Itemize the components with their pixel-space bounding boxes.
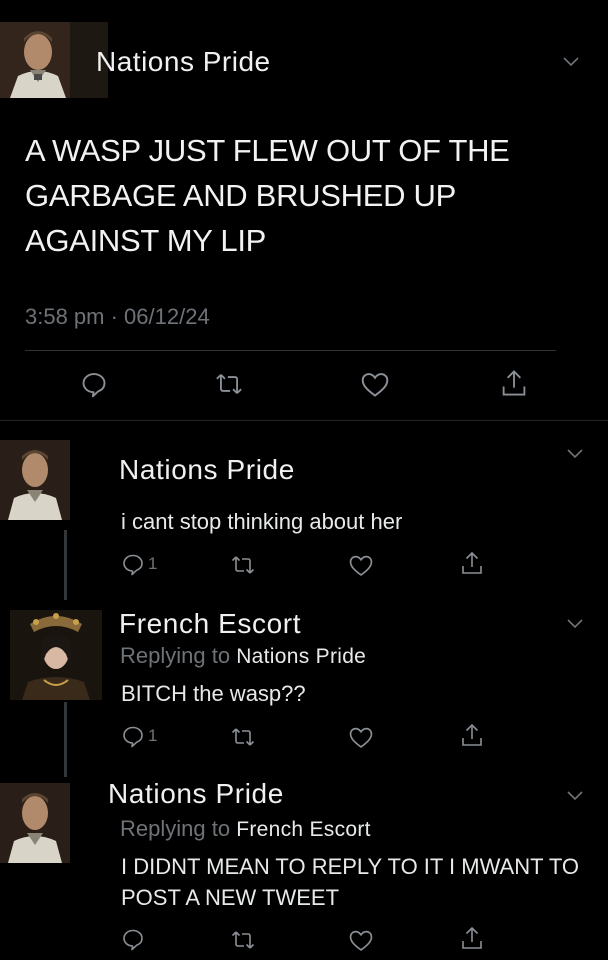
share-icon (462, 926, 482, 949)
chevron-down-icon[interactable] (562, 56, 580, 68)
like-button[interactable] (348, 929, 374, 952)
replying-label: Replying to (120, 643, 231, 668)
divider (0, 420, 608, 421)
chevron-down-icon[interactable] (566, 448, 584, 460)
retweet-button[interactable] (214, 370, 244, 398)
retweet-button[interactable] (230, 725, 256, 749)
share-button[interactable] (460, 550, 484, 576)
reply-button[interactable]: 1 (121, 552, 157, 576)
like-icon (349, 727, 373, 748)
share-button[interactable] (460, 722, 484, 748)
retweet-button[interactable] (230, 553, 256, 577)
tweet-text: i cant stop thinking about her (121, 509, 403, 534)
thread-line (64, 530, 67, 600)
author-name[interactable]: Nations Pride (119, 454, 295, 486)
chevron-down-icon[interactable] (566, 618, 584, 630)
reply-icon (123, 554, 143, 576)
like-button[interactable] (348, 554, 374, 577)
reply-count: 1 (148, 726, 158, 745)
avatar[interactable] (10, 610, 102, 700)
retweet-button[interactable] (230, 928, 256, 952)
like-button[interactable] (360, 371, 390, 398)
share-button[interactable] (460, 925, 484, 951)
retweet-icon (231, 728, 255, 746)
reply-tweet: French Escort Replying to Nations Pride … (0, 600, 608, 777)
like-icon (349, 555, 373, 576)
tweet-text: I DIDNT MEAN TO REPLY TO IT I MWANT TO P… (121, 854, 580, 910)
replying-to-link[interactable]: French Escort (236, 818, 371, 841)
divider (25, 350, 556, 351)
like-icon (361, 373, 389, 397)
replying-to: Replying to French Escort (120, 816, 371, 842)
avatar[interactable] (0, 22, 108, 98)
avatar[interactable] (0, 783, 70, 863)
share-button[interactable] (500, 368, 528, 398)
like-icon (349, 930, 373, 951)
reply-icon (123, 726, 143, 748)
replying-to: Replying to Nations Pride (120, 643, 366, 669)
retweet-icon (231, 931, 255, 949)
author-name[interactable]: French Escort (119, 608, 301, 640)
replying-to-link[interactable]: Nations Pride (236, 645, 366, 668)
author-name[interactable]: Nations Pride (96, 46, 271, 78)
retweet-icon (231, 556, 255, 574)
reply-icon (123, 929, 143, 951)
reply-button[interactable] (80, 370, 108, 398)
reply-button[interactable]: 1 (121, 724, 157, 748)
tweet-text: BITCH the wasp?? (121, 681, 306, 706)
main-tweet: Nations Pride A WASP JUST FLEW OUT OF TH… (0, 0, 608, 418)
reply-count: 1 (148, 554, 158, 573)
avatar[interactable] (0, 440, 70, 520)
like-button[interactable] (348, 726, 374, 749)
tweet-timestamp[interactable]: 3:58 pm · 06/12/24 (25, 304, 210, 330)
reply-tweet: Nations Pride Replying to French Escort … (0, 775, 608, 960)
replying-label: Replying to (120, 816, 231, 841)
share-icon (462, 723, 482, 746)
thread-line (64, 702, 67, 777)
author-name[interactable]: Nations Pride (108, 778, 284, 810)
chevron-down-icon[interactable] (566, 790, 584, 802)
share-icon (462, 551, 482, 574)
reply-icon (82, 373, 106, 398)
retweet-icon (216, 374, 242, 394)
reply-button[interactable] (121, 927, 145, 951)
tweet-text: A WASP JUST FLEW OUT OF THE GARBAGE AND … (25, 133, 510, 258)
share-icon (502, 370, 526, 396)
reply-tweet: Nations Pride i cant stop thinking about… (0, 430, 608, 600)
